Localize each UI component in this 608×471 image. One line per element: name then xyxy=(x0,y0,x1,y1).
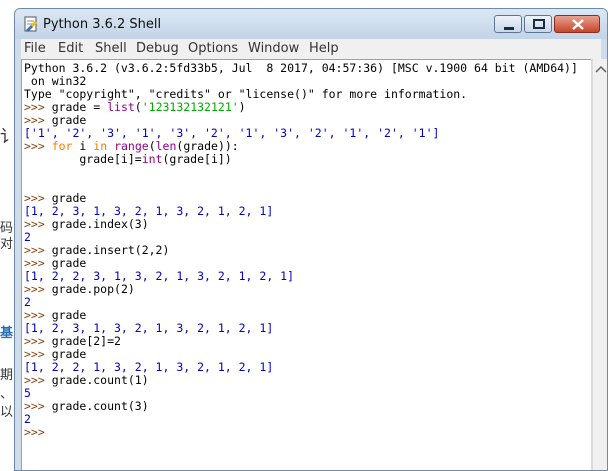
title-bar[interactable]: Python 3.6.2 Shell xyxy=(15,9,607,39)
vertical-scrollbar[interactable] xyxy=(592,59,607,470)
builtin: int xyxy=(141,152,163,166)
keyword: for xyxy=(51,139,73,153)
active-prompt-line[interactable]: >>> xyxy=(24,426,52,439)
menu-options[interactable]: Options xyxy=(188,41,238,56)
code: (grade)): xyxy=(176,139,239,153)
shell-text-area[interactable]: Python 3.6.2 (v3.6.2:5fd33b5, Jul 8 2017… xyxy=(21,59,591,470)
menu-edit[interactable]: Edit xyxy=(58,41,83,56)
builtin: len xyxy=(155,139,177,153)
idle-shell-window: Python 3.6.2 Shell File Edit Shell Debug… xyxy=(14,8,608,471)
banner-line: Python 3.6.2 (v3.6.2:5fd33b5, Jul 8 2017… xyxy=(24,61,578,75)
prompt: >>> xyxy=(24,373,52,387)
code: grade.pop(2) xyxy=(51,282,135,296)
background-glyph: 、 xyxy=(0,387,14,402)
menu-bar: File Edit Shell Debug Options Window Hel… xyxy=(21,39,601,59)
background-page: 讠 码 对 基 期 、 以 xyxy=(0,0,17,471)
keyword: in xyxy=(93,139,108,153)
prompt: >>> xyxy=(24,334,52,348)
prompt: >>> xyxy=(24,243,52,257)
background-glyph: 对 xyxy=(0,237,14,252)
prompt: >>> xyxy=(24,191,52,205)
prompt: >>> xyxy=(24,256,52,270)
prompt: >>> xyxy=(24,282,52,296)
scroll-up-arrow-icon[interactable] xyxy=(595,65,607,73)
code: grade = xyxy=(51,100,108,114)
background-glyph: 基 xyxy=(0,326,14,341)
code: ( xyxy=(134,100,142,114)
prompt: >>> xyxy=(24,100,52,114)
maximize-icon xyxy=(533,19,545,29)
menu-debug[interactable]: Debug xyxy=(136,41,179,56)
menu-shell[interactable]: Shell xyxy=(95,41,127,56)
background-glyph: 期 xyxy=(0,368,14,383)
background-glyph: 以 xyxy=(0,405,14,420)
prompt: >>> xyxy=(24,308,52,322)
code: ) xyxy=(238,100,246,114)
code: grade[i]= xyxy=(24,152,142,166)
builtin: range xyxy=(114,139,149,153)
close-icon xyxy=(572,19,584,30)
code: i xyxy=(72,139,94,153)
code: grade.index(3) xyxy=(51,217,149,231)
menu-help[interactable]: Help xyxy=(309,41,339,56)
input-line: grade[i]=int(grade[i]) xyxy=(24,152,232,166)
code: grade xyxy=(51,113,87,127)
code: grade[2]=2 xyxy=(51,334,121,348)
code: grade xyxy=(51,191,87,205)
string-literal: '123132132121' xyxy=(141,100,239,114)
minimize-icon xyxy=(504,27,514,30)
builtin: list xyxy=(107,100,135,114)
input-line: >>> grade.count(1) xyxy=(24,374,149,387)
window-title: Python 3.6.2 Shell xyxy=(43,17,162,32)
code: grade.count(3) xyxy=(51,399,149,413)
input-line: >>> grade.index(3) xyxy=(24,218,149,231)
menu-file[interactable]: File xyxy=(24,41,46,56)
code: ( xyxy=(148,139,156,153)
prompt: >>> xyxy=(24,217,52,231)
prompt: >>> xyxy=(24,139,52,153)
code: grade.count(1) xyxy=(51,373,149,387)
prompt: >>> xyxy=(24,347,52,361)
code: grade xyxy=(51,347,87,361)
prompt: >>> xyxy=(24,425,52,439)
python-idle-icon xyxy=(24,16,37,32)
maximize-button[interactable] xyxy=(524,15,552,33)
code: grade.insert(2,2) xyxy=(51,243,170,257)
prompt: >>> xyxy=(24,399,52,413)
prompt: >>> xyxy=(24,113,52,127)
code: grade xyxy=(51,308,87,322)
input-line: >>> grade.count(3) xyxy=(24,400,149,413)
code: grade xyxy=(51,256,87,270)
code: (grade[i]) xyxy=(162,152,232,166)
close-button[interactable] xyxy=(554,15,600,33)
minimize-button[interactable] xyxy=(494,15,522,33)
input-line: >>> grade.pop(2) xyxy=(24,283,135,296)
menu-window[interactable]: Window xyxy=(248,41,299,56)
